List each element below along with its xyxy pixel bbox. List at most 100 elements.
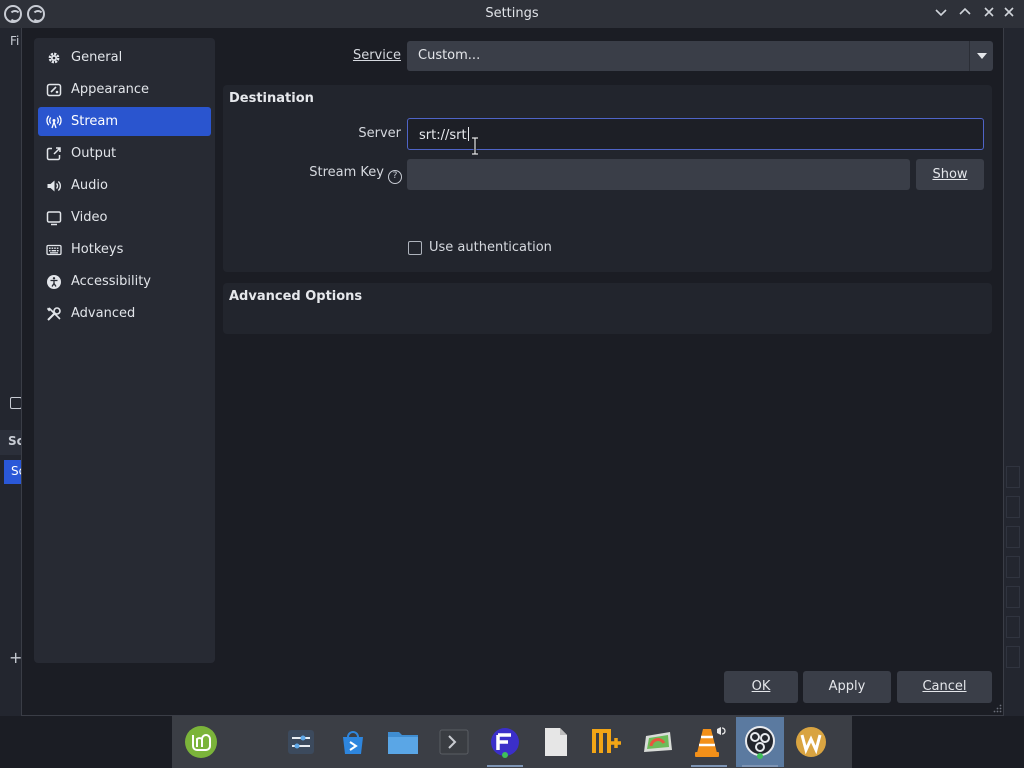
taskbar-settings[interactable]	[277, 717, 325, 767]
use-authentication-label: Use authentication	[429, 240, 552, 255]
taskbar-terminal[interactable]	[430, 717, 478, 767]
sidebar-item-appearance[interactable]: Appearance	[38, 75, 211, 104]
close-icon[interactable]	[979, 4, 999, 24]
stream-key-label: Stream Key?	[282, 165, 402, 184]
taskbar-mint-menu[interactable]	[177, 717, 225, 767]
sidebar-item-advanced[interactable]: Advanced	[38, 299, 211, 328]
sidebar-item-label: Stream	[71, 114, 119, 129]
show-key-button[interactable]: Show	[916, 159, 984, 190]
taskbar-text-editor[interactable]	[532, 717, 580, 767]
sidebar-item-label: Output	[71, 146, 117, 161]
taskbar-vlc[interactable]	[685, 717, 733, 767]
sidebar-item-output[interactable]: Output	[38, 139, 211, 168]
disk-usage-icon	[644, 732, 672, 752]
palette-icon	[46, 82, 62, 98]
settings-dialog: General Appearance Stream Output Audio V…	[21, 28, 1004, 716]
apply-button[interactable]: Apply	[803, 671, 891, 703]
sidebar-item-stream[interactable]: Stream	[38, 107, 211, 136]
server-input[interactable]: srt://srt	[407, 118, 984, 150]
resize-grip-icon[interactable]	[992, 704, 1002, 714]
sidebar-item-label: General	[71, 50, 123, 65]
advanced-options-group: Advanced Options	[223, 283, 992, 334]
taskbar-files[interactable]	[379, 717, 427, 767]
cancel-label: Cancel	[922, 679, 967, 694]
ok-button[interactable]: OK	[724, 671, 798, 703]
w-app-icon	[796, 727, 826, 757]
settings-sidebar: General Appearance Stream Output Audio V…	[34, 38, 215, 663]
text-editor-icon	[545, 728, 567, 756]
minimize-icon[interactable]	[931, 4, 951, 24]
output-icon	[46, 146, 62, 162]
taskbar-obs[interactable]	[736, 717, 784, 767]
service-label-mnemonic: Service	[352, 48, 401, 63]
taskbar-foss-app[interactable]	[481, 717, 529, 767]
taskbar-disk-usage[interactable]	[634, 717, 682, 767]
title-bar: Settings	[0, 0, 1024, 28]
sidebar-item-hotkeys[interactable]: Hotkeys	[38, 235, 211, 264]
scenes-dock-title: Sc	[0, 430, 22, 455]
dock-block	[1006, 556, 1020, 578]
sidebar-item-accessibility[interactable]: Accessibility	[38, 267, 211, 296]
taskbar-nemo-app[interactable]	[583, 717, 631, 767]
files-icon	[388, 732, 418, 754]
dock-block	[1006, 466, 1020, 488]
use-authentication-checkbox[interactable]: Use authentication	[408, 240, 552, 255]
broadcast-icon	[46, 114, 62, 130]
taskbar-software-manager[interactable]	[329, 717, 377, 767]
sidebar-item-label: Hotkeys	[71, 242, 124, 257]
sidebar-item-audio[interactable]: Audio	[38, 171, 211, 200]
sidebar-item-video[interactable]: Video	[38, 203, 211, 232]
destination-title: Destination	[229, 91, 314, 106]
sidebar-item-label: Video	[71, 210, 108, 225]
taskbar-w-app[interactable]	[787, 717, 835, 767]
speaker-icon	[46, 178, 62, 194]
vlc-icon	[695, 727, 726, 757]
dock-block	[1006, 646, 1020, 668]
apply-label: Apply	[828, 679, 866, 694]
taskbar	[172, 716, 852, 768]
gear-icon	[46, 50, 62, 66]
help-icon[interactable]: ?	[388, 170, 402, 184]
maximize-icon[interactable]	[955, 4, 975, 24]
server-label: Server	[358, 126, 401, 141]
text-caret	[467, 127, 469, 141]
server-input-value: srt://srt	[419, 128, 467, 143]
service-label: Service	[322, 48, 401, 63]
main-window-right-strip	[1003, 28, 1024, 716]
scene-list-item[interactable]: Sc	[4, 460, 22, 484]
service-selected-value: Custom...	[418, 48, 481, 63]
terminal-icon	[439, 729, 469, 755]
ok-label: OK	[751, 679, 771, 694]
nemo-icon	[592, 729, 621, 753]
dock-block	[1006, 616, 1020, 638]
sidebar-item-label: Advanced	[71, 306, 136, 321]
main-window-left-strip: Fi Sc Sc +	[0, 28, 22, 716]
stream-key-label-text: Stream Key	[309, 165, 384, 180]
show-key-label: Show	[932, 167, 968, 182]
sidebar-item-label: Accessibility	[71, 274, 151, 289]
accessibility-icon	[46, 274, 62, 290]
sidebar-item-label: Audio	[71, 178, 108, 193]
software-manager-icon	[343, 731, 363, 754]
service-dropdown[interactable]: Custom...	[407, 41, 993, 71]
monitor-icon	[46, 210, 62, 226]
stream-key-input[interactable]	[407, 159, 910, 190]
checkbox-box[interactable]	[408, 240, 422, 255]
mint-menu-icon	[185, 726, 217, 758]
keyboard-icon	[46, 242, 62, 258]
cancel-button[interactable]: Cancel	[897, 671, 992, 703]
dock-block	[1006, 496, 1020, 518]
window-title: Settings	[485, 6, 539, 21]
dock-block	[1006, 526, 1020, 548]
tools-icon	[46, 306, 62, 322]
sidebar-item-label: Appearance	[71, 82, 150, 97]
settings-icon	[288, 730, 314, 754]
sidebar-item-general[interactable]: General	[38, 43, 211, 72]
chevron-down-icon[interactable]	[969, 41, 993, 71]
file-menu-partial[interactable]: Fi	[10, 34, 19, 48]
text-cursor-icon	[472, 137, 478, 155]
foss-app-icon	[491, 728, 519, 758]
obs-icon	[745, 726, 775, 759]
advanced-options-title: Advanced Options	[229, 289, 363, 304]
main-window-close-icon[interactable]	[999, 4, 1019, 24]
